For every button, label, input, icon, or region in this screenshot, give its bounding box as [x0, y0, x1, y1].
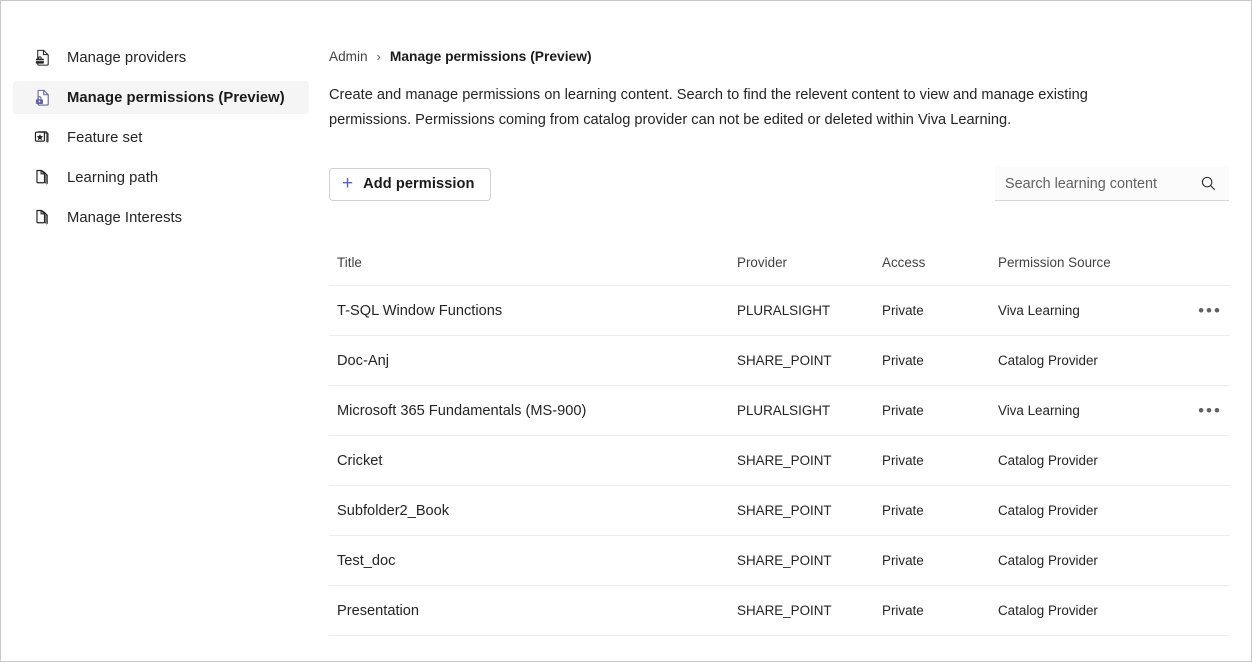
row-actions: •••	[1190, 507, 1230, 515]
row-provider: SHARE_POINT	[737, 553, 832, 568]
breadcrumb-link-admin[interactable]: Admin	[329, 49, 368, 64]
row-permission-source: Viva Learning	[998, 403, 1080, 418]
sidebar-item-manage-providers[interactable]: Manage providers	[13, 41, 309, 74]
row-access: Private	[882, 353, 924, 368]
row-provider: SHARE_POINT	[737, 603, 832, 618]
main-content: Admin › Manage permissions (Preview) Cre…	[321, 1, 1251, 661]
sidebar-item-label: Learning path	[67, 169, 159, 186]
add-permission-button-label: Add permission	[363, 176, 475, 192]
row-actions: •••	[1190, 457, 1230, 465]
table-row[interactable]: T-SQL Window Functions PLURALSIGHT Private…	[329, 286, 1230, 336]
document-briefcase-icon	[32, 47, 53, 68]
plus-icon: +	[342, 173, 354, 194]
document-lock-icon	[32, 87, 53, 108]
document-stack-icon	[32, 167, 53, 188]
row-provider: SHARE_POINT	[737, 503, 832, 518]
toolbar: + Add permission	[329, 167, 1230, 201]
table-row[interactable]: Microsoft 365 Fundamentals (MS-900) PLURA…	[329, 386, 1230, 436]
column-header-provider: Provider	[737, 255, 788, 270]
row-actions: •••	[1190, 407, 1230, 415]
table-row[interactable]: Subfolder2_Book SHARE_POINT Private Catalog…	[329, 486, 1230, 536]
chevron-right-icon: ›	[376, 48, 381, 64]
permissions-table: Title Provider Access Permission Source …	[329, 255, 1230, 636]
row-title: Presentation	[337, 602, 420, 619]
row-provider: SHARE_POINT	[737, 353, 832, 368]
sidebar-item-label: Manage providers	[67, 49, 187, 66]
row-permission-source: Catalog Provider	[998, 503, 1098, 518]
table-row[interactable]: Cricket SHARE_POINT Private Catalog Provide…	[329, 436, 1230, 486]
sidebar-item-learning-path[interactable]: Learning path	[13, 161, 309, 194]
column-header-title: Title	[337, 255, 362, 270]
breadcrumb: Admin › Manage permissions (Preview)	[329, 47, 1230, 65]
row-more-options-icon[interactable]: •••	[1198, 407, 1222, 415]
row-title: Doc-Anj	[337, 352, 389, 369]
add-permission-button[interactable]: + Add permission	[329, 167, 491, 201]
row-title: T-SQL Window Functions	[337, 302, 503, 319]
table-header-row: Title Provider Access Permission Source	[329, 255, 1230, 286]
page-description: Create and manage permissions on learnin…	[329, 87, 1088, 128]
row-permission-source: Catalog Provider	[998, 603, 1098, 618]
row-actions: •••	[1190, 357, 1230, 365]
row-access: Private	[882, 503, 924, 518]
sidebar-item-label: Manage Interests	[67, 209, 183, 226]
row-access: Private	[882, 403, 924, 418]
row-actions: •••	[1190, 557, 1230, 565]
row-provider: PLURALSIGHT	[737, 303, 831, 318]
search-icon[interactable]	[1197, 173, 1219, 195]
breadcrumb-current-page: Manage permissions (Preview)	[389, 48, 592, 64]
row-access: Private	[882, 553, 924, 568]
sidebar-item-feature-set[interactable]: Feature set	[13, 121, 309, 154]
sidebar-item-manage-permissions[interactable]: Manage permissions (Preview)	[13, 81, 309, 114]
row-permission-source: Catalog Provider	[998, 553, 1098, 568]
row-access: Private	[882, 303, 924, 318]
table-row[interactable]: Doc-Anj SHARE_POINT Private Catalog Provide…	[329, 336, 1230, 386]
row-provider: SHARE_POINT	[737, 453, 832, 468]
row-title: Subfolder2_Book	[337, 502, 450, 519]
row-actions: •••	[1190, 607, 1230, 615]
search-input[interactable]	[1005, 175, 1197, 192]
row-title: Microsoft 365 Fundamentals (MS-900)	[337, 402, 587, 419]
app-window: Manage providers Manage permissions (Pre…	[0, 0, 1252, 662]
row-access: Private	[882, 453, 924, 468]
row-permission-source: Viva Learning	[998, 303, 1080, 318]
row-permission-source: Catalog Provider	[998, 353, 1098, 368]
row-permission-source: Catalog Provider	[998, 453, 1098, 468]
sidebar-navigation: Manage providers Manage permissions (Pre…	[1, 1, 321, 661]
column-header-access: Access	[882, 255, 926, 270]
row-access: Private	[882, 603, 924, 618]
cards-star-icon	[32, 127, 53, 148]
search-field[interactable]	[995, 167, 1229, 201]
row-title: Test_doc	[337, 552, 396, 569]
row-title: Cricket	[337, 452, 383, 469]
row-more-options-icon[interactable]: •••	[1198, 307, 1222, 315]
column-header-permission-source: Permission Source	[998, 255, 1111, 270]
row-provider: PLURALSIGHT	[737, 403, 831, 418]
sidebar-item-label: Feature set	[67, 129, 143, 146]
table-row[interactable]: Test_doc SHARE_POINT Private Catalog Provid…	[329, 536, 1230, 586]
row-actions: •••	[1190, 307, 1230, 315]
table-body: T-SQL Window Functions PLURALSIGHT Private…	[329, 286, 1230, 636]
sidebar-item-manage-interests[interactable]: Manage Interests	[13, 201, 309, 234]
table-row[interactable]: Presentation SHARE_POINT Private Catalog Pr…	[329, 586, 1230, 636]
sidebar-item-label: Manage permissions (Preview)	[67, 89, 285, 106]
document-stack-icon	[32, 207, 53, 228]
